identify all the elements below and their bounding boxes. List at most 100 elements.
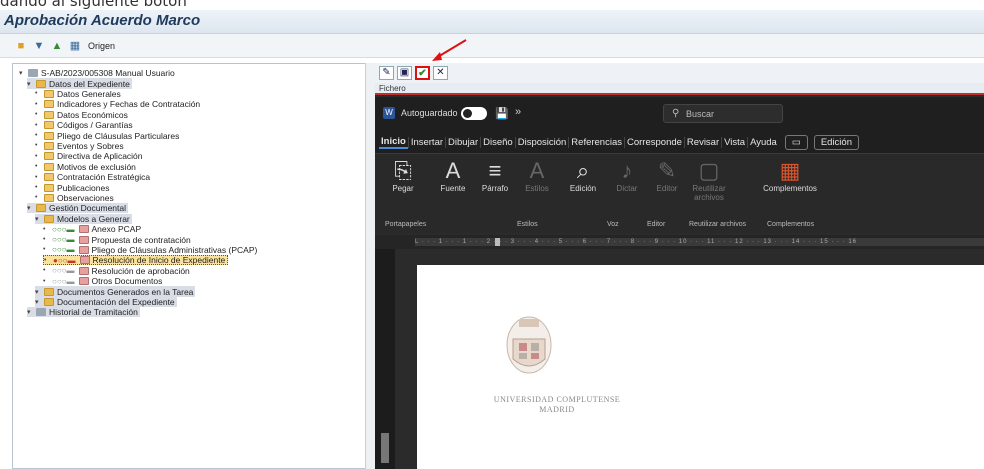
hierarchy-icon[interactable]: ▲ <box>50 39 64 53</box>
tree-item[interactable]: ▾ Modelos a Generar <box>35 213 132 224</box>
paragraph-button[interactable]: ≡ Párrafo <box>475 158 515 214</box>
tree-item[interactable]: • ○○○▬ Otros Documentos <box>43 276 162 286</box>
ribbon-group-label: Estilos <box>517 221 538 228</box>
expand-bullet-icon[interactable]: • <box>43 246 49 253</box>
tree-item[interactable]: • ○○○▬ Propuesta de contratación <box>43 234 191 245</box>
expand-bullet-icon[interactable]: ▾ <box>35 288 41 296</box>
expand-bullet-icon[interactable]: ▾ <box>27 80 33 88</box>
editor-button[interactable]: ✎ Editor <box>647 158 687 214</box>
tab-disposición[interactable]: Disposición <box>514 136 569 148</box>
tree-item[interactable]: • Códigos / Garantías <box>35 120 133 130</box>
expand-bullet-icon[interactable]: • <box>43 278 49 285</box>
close-doc-icon[interactable]: ✕ <box>433 66 448 80</box>
tree-item[interactable]: ▾ S-AB/2023/005308 Manual Usuario <box>19 68 175 78</box>
confirm-check-button[interactable]: ✔ <box>415 66 430 80</box>
tree-scrollbar[interactable] <box>365 63 375 469</box>
tab-dibujar[interactable]: Dibujar <box>445 136 480 148</box>
folder-icon <box>44 287 54 296</box>
tree-item[interactable]: • Datos Económicos <box>35 110 128 120</box>
expand-bullet-icon[interactable]: ▾ <box>27 308 33 316</box>
more-icon[interactable]: » <box>515 106 521 118</box>
expand-bullet-icon[interactable]: • <box>35 194 41 201</box>
status-lights-icon: ○○○▬ <box>52 245 75 255</box>
autosave-label: Autoguardado <box>401 108 458 118</box>
expand-bullet-icon[interactable]: • <box>35 142 41 149</box>
tree-item[interactable]: • Publicaciones <box>35 182 110 193</box>
tab-inicio[interactable]: Inicio <box>379 136 408 149</box>
tree-item[interactable]: • Directiva de Aplicación <box>35 151 143 161</box>
expand-bullet-icon[interactable]: • <box>35 174 41 181</box>
comments-icon[interactable]: ▭ <box>784 134 808 150</box>
tree-item-label: Resolución de Inicio de Expediente <box>92 255 226 266</box>
expand-bullet-icon[interactable]: ▾ <box>19 69 25 77</box>
tree-item-label: Contratación Estratégica <box>57 172 151 183</box>
mic-button[interactable]: ♪ Dictar <box>607 158 647 214</box>
font-button[interactable]: A Fuente <box>433 158 473 214</box>
expand-bullet-icon[interactable]: • <box>35 101 41 108</box>
tree-item[interactable]: • Pliego de Cláusulas Particulares <box>35 130 179 141</box>
origin-button[interactable]: Origen <box>88 41 115 51</box>
tree-item[interactable]: • Motivos de exclusión <box>35 162 136 172</box>
folder-open-icon[interactable]: ■ <box>14 39 28 53</box>
tree-item[interactable]: • ○○○▬ Anexo PCAP <box>43 224 141 234</box>
folder-icon <box>36 204 46 213</box>
tree-item[interactable]: • Eventos y Sobres <box>35 141 124 151</box>
expand-bullet-icon[interactable]: • <box>35 153 41 160</box>
filter-icon[interactable]: ▼ <box>32 39 46 53</box>
tree-item-label: Publicaciones <box>57 182 110 193</box>
tree-item-label: Observaciones <box>57 192 114 203</box>
tab-referencias[interactable]: Referencias <box>568 136 624 148</box>
expand-bullet-icon[interactable]: • <box>35 163 41 170</box>
tab-ayuda[interactable]: Ayuda <box>747 136 779 148</box>
paste-button[interactable]: ⎘ Pegar <box>383 158 423 214</box>
styles-button[interactable]: A Estilos <box>517 158 557 214</box>
tab-vista[interactable]: Vista <box>721 136 747 148</box>
reuse-button[interactable]: ▢ Reutilizar archivos <box>689 158 729 214</box>
expand-bullet-icon[interactable]: • <box>35 132 41 139</box>
tree-item[interactable]: ▾ Documentos Generados en la Tarea <box>35 286 196 297</box>
expand-bullet-icon[interactable]: ▾ <box>35 215 41 223</box>
tree-item-label: Directiva de Aplicación <box>57 151 143 162</box>
tab-insertar[interactable]: Insertar <box>407 136 445 148</box>
tree-item[interactable]: ▾ Gestión Documental <box>27 203 129 214</box>
expand-bullet-icon[interactable]: • <box>44 257 50 264</box>
expand-bullet-icon[interactable]: • <box>43 226 49 233</box>
expand-bullet-icon[interactable]: ▾ <box>27 204 33 212</box>
tree-item[interactable]: ▾ Historial de Tramitación <box>27 307 140 318</box>
tree-item[interactable]: • Datos Generales <box>35 89 121 99</box>
edit-icon[interactable]: ✎ <box>379 66 394 80</box>
tree-item[interactable]: • Observaciones <box>35 193 114 203</box>
mic-icon: ♪ <box>621 158 633 183</box>
expand-bullet-icon[interactable]: • <box>43 267 49 274</box>
indent-marker[interactable] <box>495 238 500 246</box>
tree-item[interactable]: ▾ Documentación del Expediente <box>35 296 177 308</box>
tab-revisar[interactable]: Revisar <box>683 136 721 148</box>
edit-mode-button[interactable]: Edición <box>813 134 859 150</box>
expand-bullet-icon[interactable]: • <box>35 122 41 129</box>
expand-bullet-icon[interactable]: ▾ <box>35 298 41 306</box>
list-icon <box>44 162 54 171</box>
expand-bullet-icon[interactable]: • <box>35 184 41 191</box>
tree-item[interactable]: • ●○○▬ Resolución de Inicio de Expediente <box>43 255 229 266</box>
tree-item-label: Datos Económicos <box>57 109 128 120</box>
tree-item[interactable]: ▾ Datos del Expediente <box>27 78 132 89</box>
tab-corresponde[interactable]: Corresponde <box>624 136 684 148</box>
scroll-thumb[interactable] <box>381 433 389 463</box>
addins-button[interactable]: ▦ Complementos <box>755 158 825 214</box>
tree-item[interactable]: • Contratación Estratégica <box>35 172 150 182</box>
tree-item[interactable]: • ○○○▬ Resolución de aprobación <box>43 266 190 276</box>
expand-bullet-icon[interactable]: • <box>35 90 41 97</box>
expand-bullet-icon[interactable]: • <box>43 236 49 243</box>
save-icon[interactable]: 💾 <box>495 107 509 120</box>
menu-fichero[interactable]: Fichero <box>379 84 406 93</box>
tab-diseño[interactable]: Diseño <box>480 136 515 148</box>
save-icon[interactable]: ▣ <box>397 66 412 80</box>
tree-item[interactable]: • ○○○▬ Pliego de Cláusulas Administrativas… <box>43 245 257 255</box>
origin-icon[interactable]: ▦ <box>68 39 82 53</box>
search-input[interactable]: ⚲ Buscar <box>663 104 783 123</box>
document-page[interactable]: UNIVERSIDAD COMPLUTENSE MADRID <box>417 265 984 469</box>
tree-item[interactable]: • Indicadores y Fechas de Contratación <box>35 99 200 109</box>
expand-bullet-icon[interactable]: • <box>35 111 41 118</box>
autosave-toggle[interactable] <box>461 107 487 120</box>
find-button[interactable]: ⌕ Edición <box>563 158 603 214</box>
